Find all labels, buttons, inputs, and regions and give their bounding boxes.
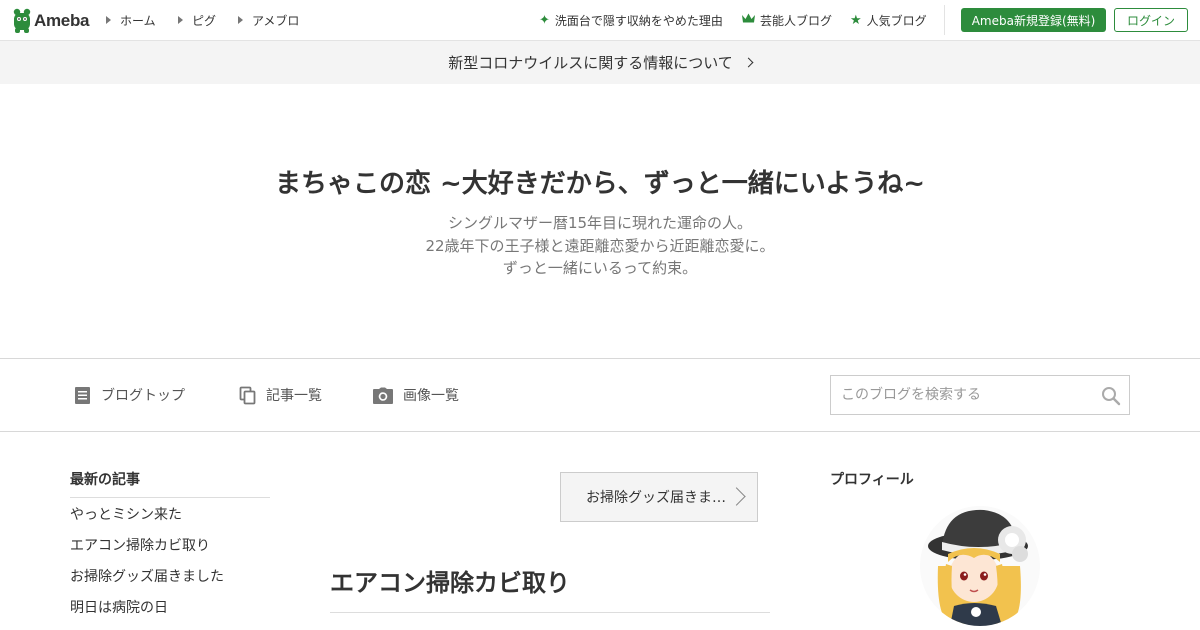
ameba-mascot-icon	[13, 8, 31, 33]
previous-entry-link[interactable]: お掃除グッズ届きま…	[560, 472, 758, 522]
nav-home-link[interactable]: ホーム	[106, 12, 156, 28]
triangle-right-icon	[238, 16, 243, 24]
profile-avatar[interactable]	[920, 506, 1040, 626]
blog-description: シングルマザー暦15年目に現れた運命の人。 22歳年下の王子様と遠距離恋愛から近…	[0, 212, 1200, 280]
header-link-article[interactable]: ✦ 洗面台で隠す収納をやめた理由	[539, 12, 723, 28]
recent-article-link[interactable]: エアコン掃除カビ取り	[70, 535, 270, 566]
sparkle-icon: ✦	[539, 12, 550, 28]
triangle-right-icon	[106, 16, 111, 24]
nav-ameblo-label: アメブロ	[252, 13, 300, 28]
article-list-label: 記事一覧	[266, 388, 322, 404]
search-icon[interactable]	[1101, 386, 1121, 406]
covid-info-banner[interactable]: 新型コロナウイルスに関する情報について	[0, 41, 1200, 84]
blog-description-line: シングルマザー暦15年目に現れた運命の人。	[447, 214, 753, 232]
blog-nav: ブログトップ 記事一覧 画像一覧	[0, 358, 1200, 432]
recent-articles-heading: 最新の記事	[70, 469, 270, 498]
global-header: Ameba ホーム ピグ アメブロ ✦ 洗面台で隠す収納をやめた理由 芸能人ブロ…	[0, 0, 1200, 41]
image-list-label: 画像一覧	[403, 388, 459, 404]
blog-search-input[interactable]	[831, 376, 1093, 414]
entry-title-divider	[330, 612, 770, 613]
header-divider	[944, 5, 945, 35]
crown-icon	[742, 13, 755, 27]
entry-title[interactable]: エアコン掃除カビ取り	[330, 563, 570, 598]
image-list-link[interactable]: 画像一覧	[373, 385, 459, 405]
blog-top-link[interactable]: ブログトップ	[74, 385, 185, 405]
nav-home-label: ホーム	[120, 13, 156, 28]
document-icon	[75, 386, 90, 404]
recent-article-link[interactable]: やっとミシン来た	[70, 504, 270, 535]
login-button[interactable]: ログイン	[1114, 8, 1188, 32]
header-link-popular-label: 人気ブログ	[866, 13, 927, 28]
article-list-link[interactable]: 記事一覧	[239, 385, 322, 405]
blog-search	[830, 375, 1130, 415]
copy-icon	[239, 386, 256, 404]
nav-ameblo-link[interactable]: アメブロ	[238, 12, 299, 28]
chevron-right-icon	[727, 487, 746, 506]
header-link-celebrity-blog[interactable]: 芸能人ブログ	[742, 12, 832, 28]
recent-article-link[interactable]: 明日は病院の日	[70, 597, 270, 628]
previous-entry-label: お掃除グッズ届きま…	[586, 490, 726, 506]
blog-top-label: ブログトップ	[101, 388, 185, 404]
header-link-celebrity-label: 芸能人ブログ	[760, 13, 833, 28]
chevron-right-icon	[743, 57, 754, 68]
recent-article-link[interactable]: お掃除グッズ届きました	[70, 566, 270, 597]
recent-articles-list: やっとミシン来た エアコン掃除カビ取り お掃除グッズ届きました 明日は病院の日	[70, 504, 270, 628]
nav-pigg-link[interactable]: ピグ	[178, 12, 216, 28]
triangle-right-icon	[178, 16, 183, 24]
avatar-illustration	[920, 506, 1040, 626]
camera-icon	[373, 387, 393, 404]
profile-heading: プロフィール	[830, 472, 914, 488]
blog-title[interactable]: まちゃこの恋 ~大好きだから、ずっと一緒にいようね~	[0, 163, 1200, 200]
header-link-article-label: 洗面台で隠す収納をやめた理由	[554, 13, 723, 28]
covid-info-text: 新型コロナウイルスに関する情報について	[448, 54, 733, 72]
register-button[interactable]: Ameba新規登録(無料)	[961, 8, 1106, 32]
nav-pigg-label: ピグ	[192, 13, 217, 28]
star-icon: ★	[850, 12, 862, 28]
header-link-popular-blog[interactable]: ★ 人気ブログ	[850, 12, 927, 28]
ameba-logo[interactable]: Ameba	[12, 7, 89, 34]
logo-text: Ameba	[34, 10, 90, 30]
blog-description-line: 22歳年下の王子様と遠距離恋愛から近距離恋愛に。	[425, 236, 775, 255]
blog-description-line: ずっと一緒にいるって約束。	[502, 259, 698, 277]
